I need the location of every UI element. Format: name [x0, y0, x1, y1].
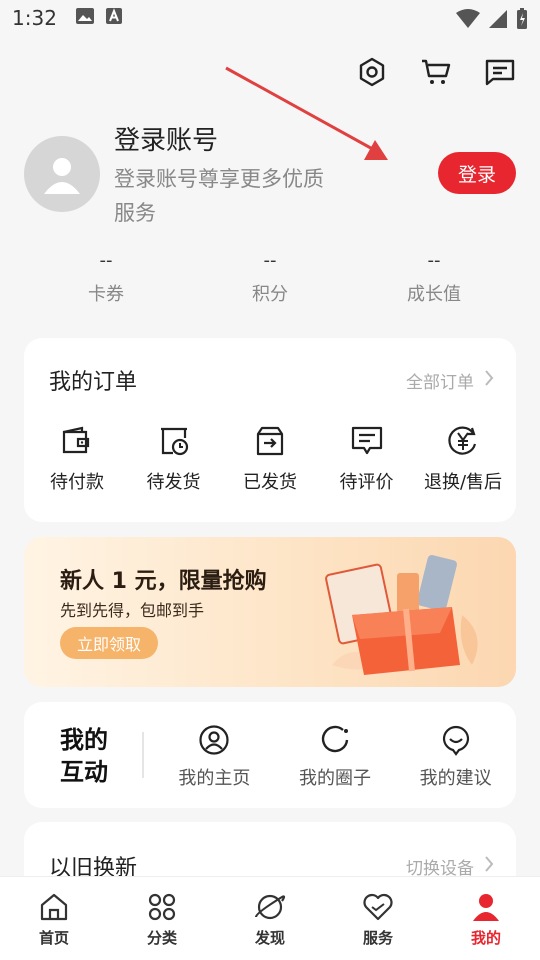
- cart-icon[interactable]: [420, 56, 452, 88]
- promo-banner[interactable]: 新人 1 元，限量抢购 先到先得，包邮到手 立即领取: [24, 537, 516, 687]
- person-icon: [473, 894, 499, 921]
- bottom-tab-bar: 首页 分类 发现 服务 我的: [0, 876, 540, 960]
- tab-label: 我的: [470, 929, 501, 947]
- order-after-sales[interactable]: 退换/售后: [415, 424, 511, 494]
- login-subtitle: 登录账号尊享更多优质服务: [114, 167, 324, 225]
- interaction-title: 我的互动: [60, 726, 108, 786]
- signal-icon: [488, 9, 508, 34]
- order-item-label: 待评价: [339, 472, 394, 493]
- circle-icon: [321, 725, 349, 753]
- status-time: 1:32: [12, 6, 57, 30]
- message-icon[interactable]: [484, 56, 516, 88]
- calendar-clock-icon: [160, 427, 188, 456]
- my-circles[interactable]: 我的圈子: [299, 724, 371, 790]
- category-icon: [148, 893, 176, 921]
- stat-label: 成长值: [407, 284, 461, 305]
- smile-bubble-icon: [442, 725, 469, 756]
- stat-value: --: [99, 250, 113, 271]
- orders-card: 我的订单 全部订单 待付款 待发货 已发货 待评价 退换/售后: [24, 338, 516, 522]
- tab-category[interactable]: 分类: [112, 891, 212, 960]
- profile-section: 登录账号 登录账号尊享更多优质服务 登录: [24, 118, 516, 228]
- my-suggestions[interactable]: 我的建议: [420, 724, 492, 790]
- chevron-right-icon: [484, 855, 494, 878]
- login-title[interactable]: 登录账号: [114, 120, 218, 157]
- top-toolbar: [356, 56, 516, 88]
- order-item-label: 待付款: [50, 472, 104, 493]
- chevron-right-icon: [484, 369, 494, 392]
- tab-service[interactable]: 服务: [328, 891, 428, 960]
- stats-row: -- 卡券 -- 积分 -- 成长值: [24, 250, 516, 306]
- tab-label: 发现: [254, 929, 285, 947]
- user-circle-icon: [199, 725, 229, 755]
- status-bar: 1:32: [0, 0, 540, 36]
- stat-points[interactable]: -- 积分: [188, 250, 352, 306]
- tab-label: 分类: [146, 929, 177, 947]
- stat-value: --: [263, 250, 277, 271]
- tab-discover[interactable]: 发现: [220, 891, 320, 960]
- my-homepage[interactable]: 我的主页: [178, 724, 250, 790]
- comment-icon: [351, 426, 382, 455]
- box-arrow-icon: [256, 426, 284, 456]
- login-button[interactable]: 登录: [438, 152, 516, 194]
- wifi-icon: [456, 9, 480, 34]
- order-pending-ship[interactable]: 待发货: [126, 424, 222, 494]
- tab-label: 首页: [38, 929, 69, 947]
- all-orders-label: 全部订单: [406, 373, 474, 393]
- stat-growth[interactable]: -- 成长值: [352, 250, 516, 306]
- stat-label: 积分: [252, 284, 288, 305]
- order-item-label: 退换/售后: [423, 472, 503, 493]
- tab-home[interactable]: 首页: [4, 891, 104, 960]
- all-orders-link[interactable]: 全部订单: [406, 368, 494, 393]
- planet-icon: [254, 894, 286, 920]
- avatar[interactable]: [24, 136, 100, 212]
- interaction-card: 我的互动 我的主页 我的圈子 我的建议: [24, 702, 516, 808]
- wallet-icon: [62, 426, 90, 454]
- settings-icon[interactable]: [356, 56, 388, 88]
- battery-icon: [516, 8, 528, 35]
- tab-mine[interactable]: 我的: [436, 891, 536, 960]
- divider: [142, 732, 144, 778]
- order-pending-review[interactable]: 待评价: [319, 424, 415, 494]
- tab-label: 服务: [362, 929, 393, 947]
- heart-icon: [363, 893, 393, 921]
- banner-subtitle: 先到先得，包邮到手: [60, 601, 205, 620]
- interaction-label: 我的圈子: [298, 768, 371, 789]
- interaction-label: 我的建议: [419, 768, 492, 789]
- order-item-label: 已发货: [243, 472, 297, 493]
- orders-title: 我的订单: [49, 370, 138, 395]
- order-shipped[interactable]: 已发货: [222, 424, 318, 494]
- stat-label: 卡券: [88, 284, 124, 305]
- image-icon: [75, 6, 95, 30]
- order-pending-payment[interactable]: 待付款: [29, 424, 125, 494]
- gift-box-illustration: [325, 554, 478, 675]
- interaction-label: 我的主页: [178, 768, 251, 789]
- banner-title: 新人 1 元，限量抢购: [60, 569, 267, 594]
- order-item-label: 待发货: [146, 472, 201, 493]
- home-icon: [40, 893, 68, 921]
- font-icon: [105, 6, 123, 30]
- yen-icon: [448, 426, 477, 455]
- claim-button[interactable]: 立即领取: [60, 627, 158, 659]
- stat-coupons[interactable]: -- 卡券: [24, 250, 188, 306]
- stat-value: --: [427, 250, 441, 271]
